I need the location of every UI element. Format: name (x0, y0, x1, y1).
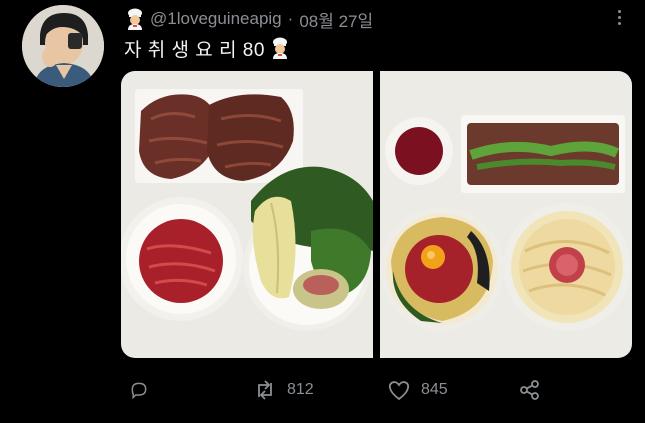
photo-right[interactable] (380, 71, 632, 358)
avatar[interactable] (22, 5, 104, 87)
tweet-text: 자 취 생 요 리 80 (124, 36, 291, 61)
reply-icon (131, 382, 147, 400)
retweet-button[interactable]: 812 (253, 374, 314, 406)
header-separator: · (287, 9, 294, 28)
chef-emoji-icon (128, 8, 142, 30)
like-count: 845 (421, 381, 448, 398)
like-button[interactable]: 845 (387, 374, 448, 406)
tweet-media[interactable] (121, 71, 632, 358)
avatar-illustration (22, 5, 104, 87)
tweet-header: @1loveguineapig · 08월 27일 (124, 7, 629, 32)
share-icon (520, 380, 539, 400)
more-icon[interactable] (611, 6, 627, 28)
food-photos (121, 71, 632, 358)
chef-emoji-icon (272, 37, 287, 59)
tweet-date[interactable]: 08월 27일 (299, 7, 373, 32)
retweet-count: 812 (287, 381, 314, 398)
user-handle[interactable]: @1loveguineapig (150, 9, 282, 29)
tweet-actions: 812 845 (121, 374, 632, 406)
photo-left[interactable] (121, 71, 373, 358)
share-button[interactable] (519, 374, 541, 406)
tweet-text-body: 자 취 생 요 리 80 (124, 39, 265, 61)
like-icon (388, 381, 410, 401)
reply-button[interactable] (129, 374, 149, 406)
retweet-icon (258, 380, 272, 400)
